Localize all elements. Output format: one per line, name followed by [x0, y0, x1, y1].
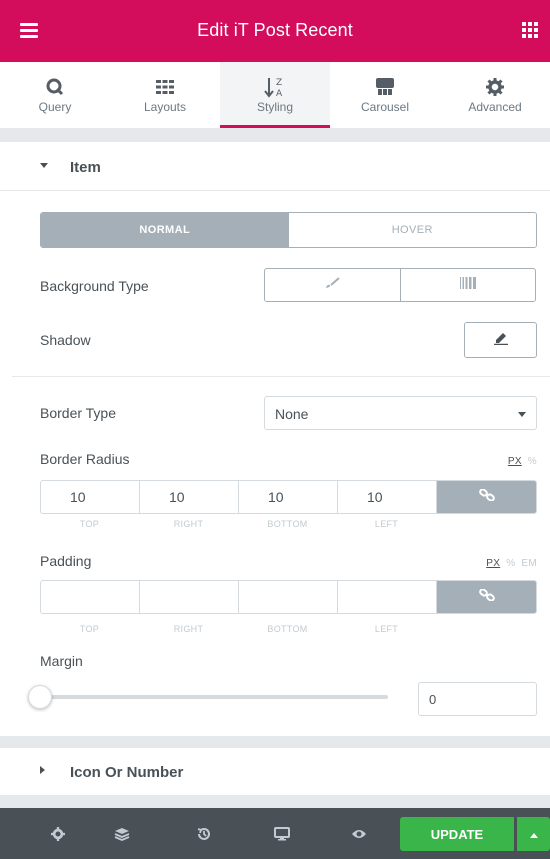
navigator-layers-icon[interactable]: [111, 823, 133, 845]
border-radius-label: Border Radius: [40, 451, 130, 467]
bottom-label: BOTTOM: [267, 519, 308, 529]
tab-layouts[interactable]: Layouts: [110, 62, 220, 128]
margin-label: Margin: [40, 653, 83, 669]
padding-sublabels: TOP RIGHT BOTTOM LEFT: [40, 624, 537, 634]
unit-px[interactable]: PX: [486, 558, 500, 569]
link-values-button[interactable]: [437, 481, 536, 513]
border-radius-sublabels: TOP RIGHT BOTTOM LEFT: [40, 519, 537, 529]
shadow-edit-button[interactable]: [464, 322, 537, 358]
normal-tab[interactable]: NORMAL: [41, 213, 289, 247]
caret-down-icon: [40, 163, 48, 168]
border-type-value: None: [275, 406, 309, 422]
panel-header: Edit iT Post Recent: [0, 0, 550, 62]
sort-az-icon: Z A: [220, 76, 330, 98]
border-radius-inputs: 10 10 10 10: [40, 480, 537, 514]
top-label: TOP: [79, 624, 100, 634]
layouts-icon: [110, 76, 220, 98]
border-radius-units: PX%: [502, 456, 537, 467]
svg-text:Z: Z: [276, 78, 282, 88]
tab-carousel-label: Carousel: [360, 100, 410, 114]
tab-query-label: Query: [38, 100, 72, 114]
grid-icon[interactable]: [522, 22, 538, 38]
update-button[interactable]: UPDATE: [400, 817, 514, 851]
preview-eye-icon[interactable]: [348, 823, 370, 845]
unit-em[interactable]: EM: [521, 558, 537, 569]
unit-percent[interactable]: %: [528, 456, 537, 467]
unit-percent[interactable]: %: [506, 558, 515, 569]
paint-brush-icon: [324, 276, 340, 294]
state-toggle: NORMAL HOVER: [40, 212, 537, 248]
border-type-label: Border Type: [40, 405, 117, 421]
left-label: LEFT: [374, 519, 399, 529]
pencil-icon: [493, 331, 509, 350]
unit-px[interactable]: PX: [508, 456, 522, 467]
gradient-icon: [459, 276, 476, 294]
bg-classic-option[interactable]: [265, 269, 400, 301]
chevron-down-icon: [518, 412, 526, 417]
link-icon: [478, 488, 495, 506]
tab-advanced[interactable]: Advanced: [440, 62, 550, 128]
link-values-button[interactable]: [437, 581, 536, 613]
divider: [12, 376, 550, 377]
section-icon-number-header[interactable]: Icon Or Number: [0, 748, 550, 796]
radius-bottom-input[interactable]: 10: [239, 481, 338, 513]
radius-top-input[interactable]: 10: [41, 481, 140, 513]
right-label: RIGHT: [173, 519, 204, 529]
background-type-label: Background Type: [40, 278, 149, 294]
padding-inputs: [40, 580, 537, 614]
panel-title: Edit iT Post Recent: [197, 20, 353, 40]
top-label: TOP: [79, 519, 100, 529]
section-item-header[interactable]: Item: [0, 143, 550, 191]
section-separator: [0, 796, 550, 808]
responsive-desktop-icon[interactable]: [271, 823, 293, 845]
settings-gear-icon[interactable]: [47, 823, 69, 845]
bottom-label: BOTTOM: [267, 624, 308, 634]
section-icon-number-title: Icon Or Number: [70, 764, 184, 781]
tab-styling-label: Styling: [256, 100, 294, 114]
background-type-choice: [264, 268, 536, 302]
caret-right-icon: [40, 766, 45, 774]
margin-slider-handle[interactable]: [28, 685, 52, 709]
padding-bottom-input[interactable]: [239, 581, 338, 613]
padding-left-input[interactable]: [338, 581, 437, 613]
section-separator: [0, 128, 550, 142]
tab-styling[interactable]: Z A Styling: [220, 62, 330, 128]
update-options-button[interactable]: [517, 817, 550, 851]
tab-bar: Query Layouts Z A Styling Carousel Advan…: [0, 62, 550, 128]
hover-tab[interactable]: HOVER: [288, 213, 536, 247]
left-label: LEFT: [374, 624, 399, 634]
right-label: RIGHT: [173, 624, 204, 634]
radius-right-input[interactable]: 10: [140, 481, 239, 513]
margin-slider-track[interactable]: [40, 695, 388, 699]
bg-gradient-option[interactable]: [399, 269, 536, 301]
tab-carousel[interactable]: Carousel: [330, 62, 440, 128]
padding-label: Padding: [40, 553, 92, 569]
query-icon: [0, 76, 110, 98]
tab-advanced-label: Advanced: [468, 100, 522, 114]
svg-text:A: A: [276, 89, 283, 98]
carousel-icon: [330, 76, 440, 98]
tab-query[interactable]: Query: [0, 62, 110, 128]
padding-top-input[interactable]: [41, 581, 140, 613]
padding-units: PX% EM: [480, 558, 537, 569]
link-icon: [478, 588, 495, 606]
shadow-label: Shadow: [40, 332, 91, 348]
tab-layouts-label: Layouts: [143, 100, 187, 114]
margin-input[interactable]: 0: [418, 682, 537, 716]
radius-left-input[interactable]: 10: [338, 481, 437, 513]
caret-up-icon: [529, 825, 539, 843]
border-type-select[interactable]: None: [264, 396, 537, 430]
gear-icon: [440, 76, 550, 98]
section-separator: [0, 736, 550, 748]
padding-right-input[interactable]: [140, 581, 239, 613]
history-icon[interactable]: [193, 823, 215, 845]
section-item-title: Item: [70, 159, 101, 176]
